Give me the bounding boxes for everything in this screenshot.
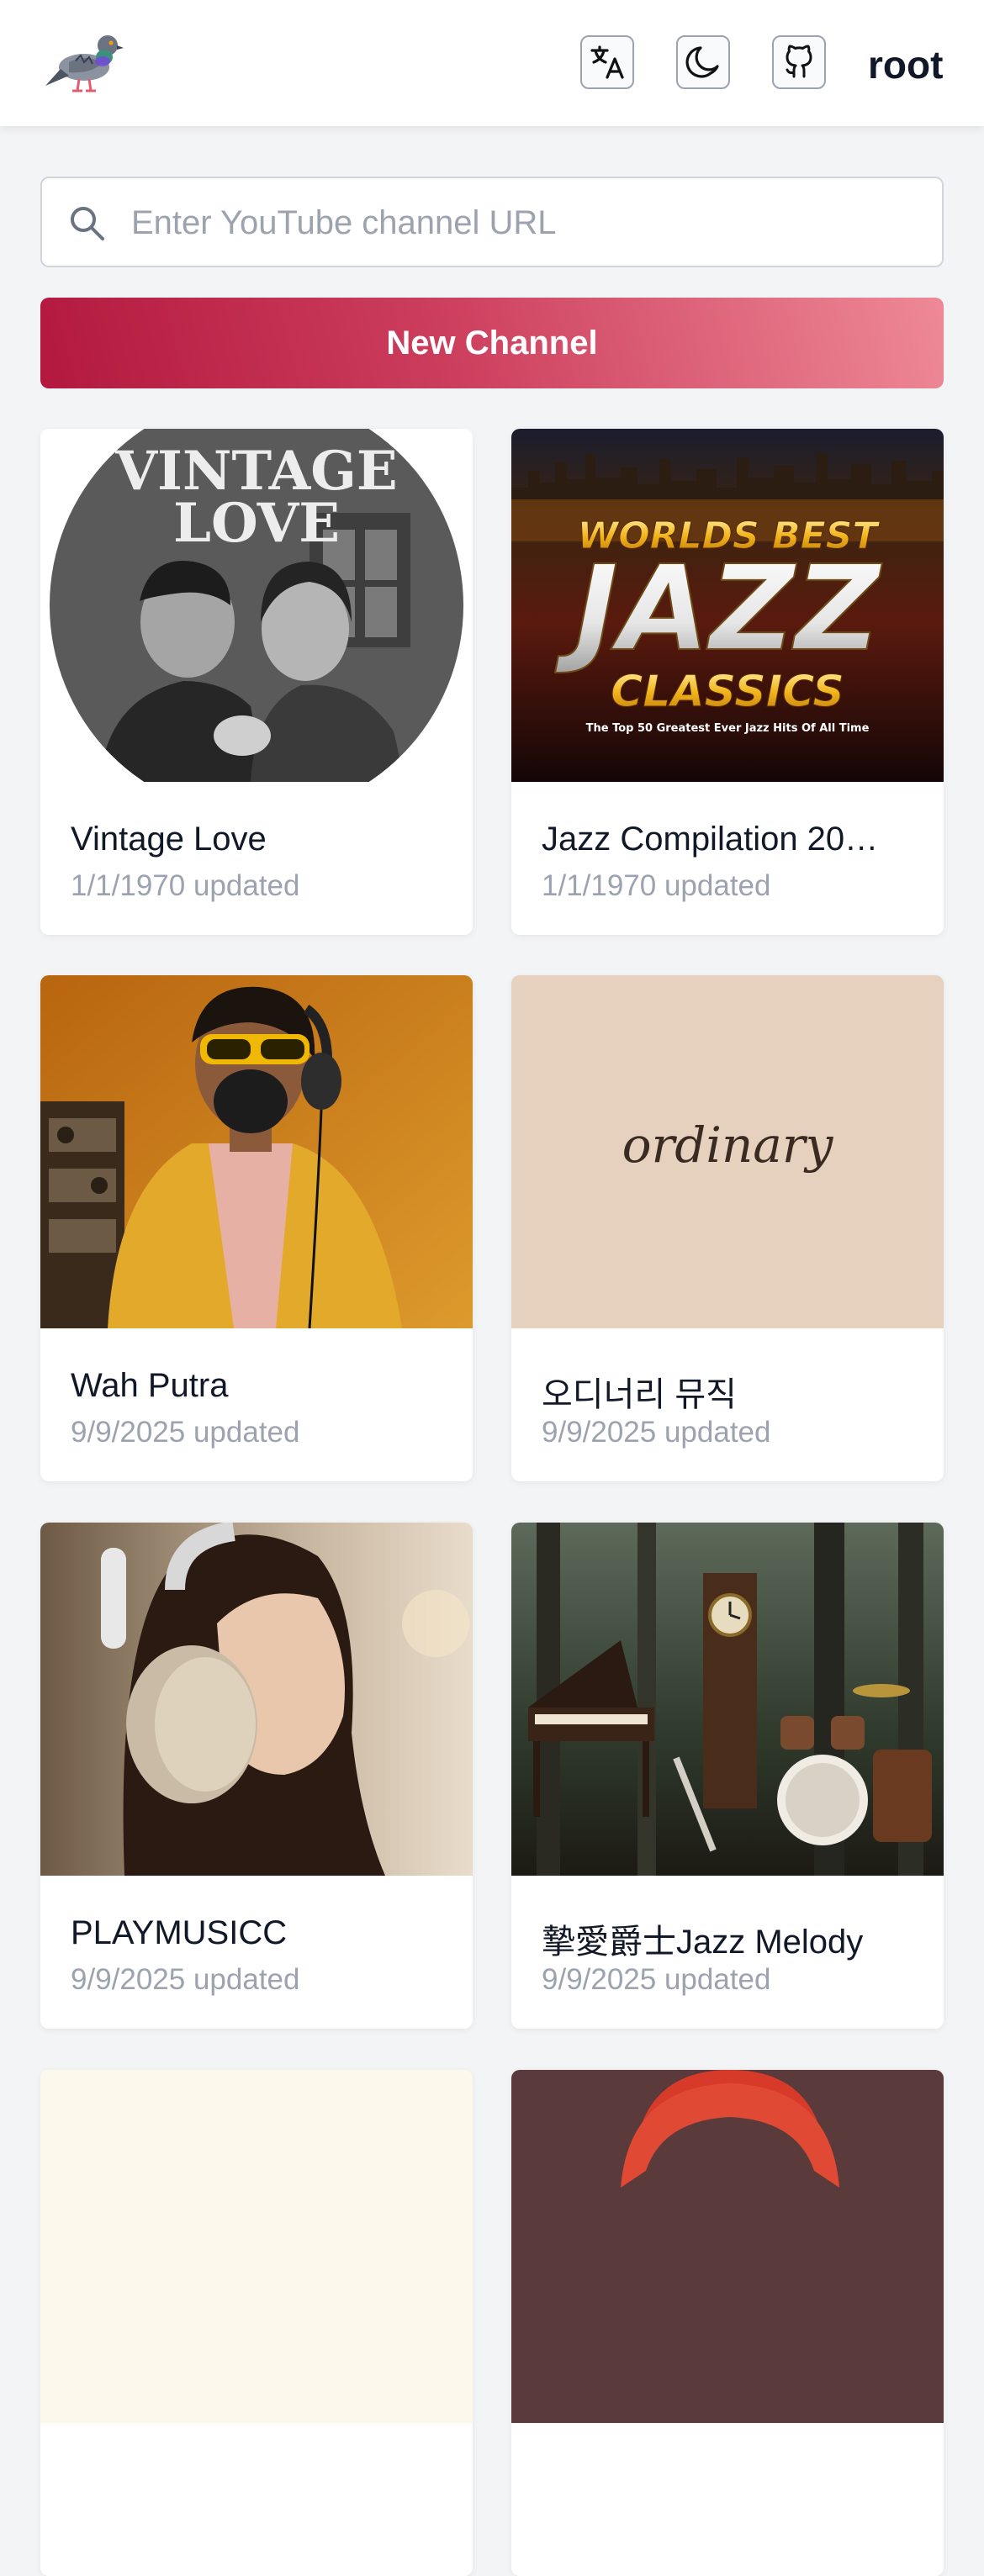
- channel-card[interactable]: ordinary 오디너리 뮤직 9/9/2025 updated: [511, 975, 944, 1481]
- search-icon: [71, 207, 104, 240]
- github-button[interactable]: [772, 35, 826, 89]
- search-input[interactable]: [130, 178, 932, 267]
- channel-updated: 9/9/2025 updated: [71, 1963, 300, 1996]
- user-menu[interactable]: root: [868, 42, 943, 87]
- channel-card[interactable]: [40, 2070, 473, 2576]
- channel-thumbnail: VINTAGE LOVE: [40, 429, 473, 782]
- thumbnail-text: ordinary: [622, 1116, 834, 1174]
- channel-updated: 1/1/1970 updated: [542, 869, 771, 902]
- channel-card[interactable]: WORLDS BEST JAZZ CLASSICS The Top 50 Gre…: [511, 429, 944, 935]
- theme-toggle-button[interactable]: [676, 35, 730, 89]
- channel-thumbnail: [40, 2070, 473, 2423]
- github-icon: [786, 45, 812, 78]
- channel-card[interactable]: [511, 2070, 944, 2576]
- channel-thumbnail: [511, 1523, 944, 1876]
- channel-title: PLAYMUSICC: [71, 1914, 288, 1951]
- translate-button[interactable]: [580, 35, 634, 89]
- channel-title: Jazz Compilation 20…: [542, 821, 879, 858]
- translate-icon: [590, 45, 624, 79]
- channel-title: 摯愛爵士Jazz Melody: [542, 1924, 864, 1961]
- channel-title: Wah Putra: [71, 1367, 229, 1404]
- channel-updated: 9/9/2025 updated: [542, 1416, 771, 1449]
- channel-card[interactable]: PLAYMUSICC 9/9/2025 updated: [40, 1523, 473, 2029]
- thumbnail-text: JAZZ: [554, 541, 882, 678]
- channel-title: 오디너리 뮤직: [542, 1376, 737, 1413]
- thumbnail-text: The Top 50 Greatest Ever Jazz Hits Of Al…: [586, 722, 870, 735]
- search-field[interactable]: [40, 177, 944, 267]
- thumbnail-text: CLASSICS: [611, 667, 844, 717]
- channel-updated: 9/9/2025 updated: [71, 1416, 300, 1449]
- channel-card[interactable]: 摯愛爵士Jazz Melody 9/9/2025 updated: [511, 1523, 944, 2029]
- channel-thumbnail: [40, 1523, 473, 1876]
- channel-updated: 1/1/1970 updated: [71, 869, 300, 902]
- app-header: root: [0, 0, 984, 126]
- channel-updated: 9/9/2025 updated: [542, 1963, 771, 1996]
- channel-card[interactable]: VINTAGE LOVE Vintage Love 1/1/1970 updat…: [40, 429, 473, 935]
- channel-thumbnail: ordinary: [511, 975, 944, 1328]
- moon-icon: [685, 46, 719, 78]
- thumbnail-text: LOVE: [173, 492, 340, 555]
- channel-thumbnail: WORLDS BEST JAZZ CLASSICS The Top 50 Gre…: [511, 429, 944, 782]
- pigeon-logo[interactable]: [44, 24, 128, 101]
- new-channel-button[interactable]: New Channel: [40, 298, 944, 388]
- channel-card[interactable]: Wah Putra 9/9/2025 updated: [40, 975, 473, 1481]
- channel-thumbnail: [40, 975, 473, 1328]
- channel-thumbnail: [511, 2070, 944, 2423]
- channel-title: Vintage Love: [71, 821, 267, 858]
